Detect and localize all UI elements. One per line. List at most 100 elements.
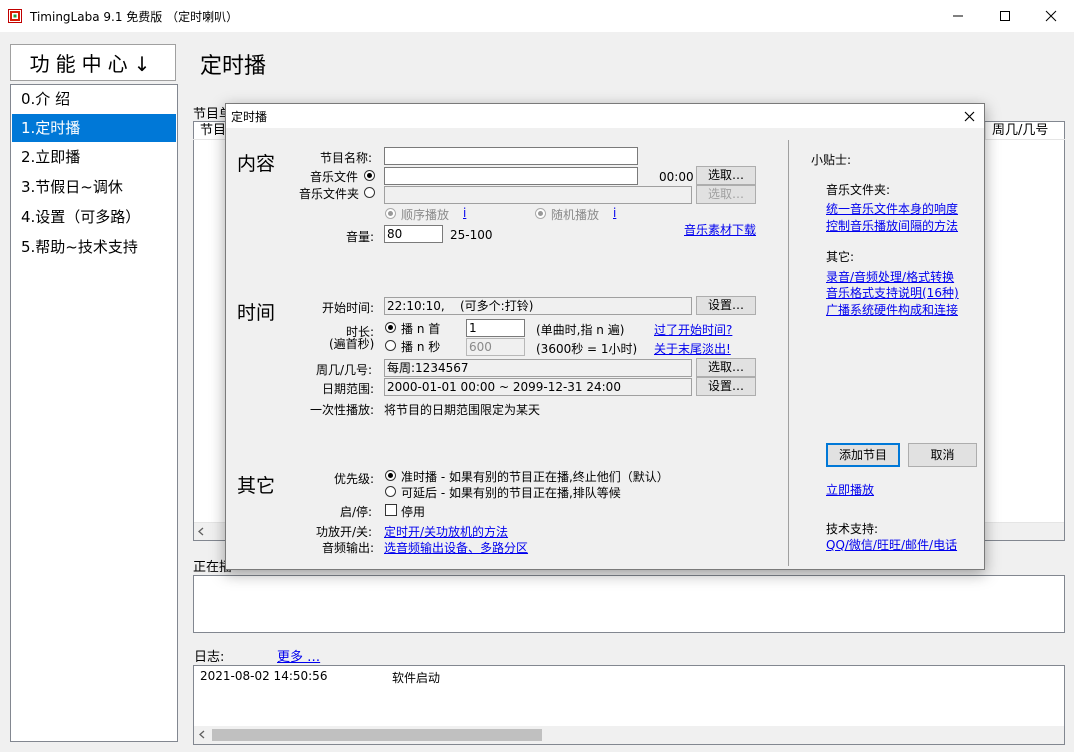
now-playing-box	[193, 575, 1065, 633]
function-center-header[interactable]: 功能中心↓	[10, 44, 176, 81]
one-time-play-label: 一次性播放:	[310, 403, 375, 417]
weekday-label: 周几/几号:	[316, 363, 373, 377]
tip-recording-link[interactable]: 录音/音频处理/格式转换	[826, 268, 954, 285]
weekday-field[interactable]: 每周:1234567	[384, 359, 692, 377]
nav-item-scheduled-play[interactable]: 1.定时播	[12, 114, 176, 142]
date-range-field[interactable]: 2000-01-01 00:00 ~ 2099-12-31 24:00	[384, 378, 692, 396]
play-n-songs-input[interactable]: 1	[466, 319, 525, 337]
maximize-button[interactable]	[982, 0, 1028, 32]
tip-loudness-link[interactable]: 统一音乐文件本身的响度	[826, 200, 958, 217]
priority-on-time-radio[interactable]	[385, 470, 396, 481]
sequential-play-info-link[interactable]: i	[463, 206, 466, 220]
close-icon	[1045, 10, 1057, 22]
music-duration: 00:00	[659, 170, 694, 184]
music-file-input[interactable]	[384, 167, 638, 185]
random-play-radio[interactable]	[535, 208, 546, 219]
disable-checkbox-label: 停用	[401, 505, 426, 519]
scroll-left-icon[interactable]	[198, 730, 206, 739]
play-now-link[interactable]: 立即播放	[826, 481, 874, 498]
power-switch-label: 功放开/关:	[316, 525, 373, 539]
close-window-button[interactable]	[1028, 0, 1074, 32]
scroll-left-icon[interactable]	[197, 527, 205, 536]
add-program-button[interactable]: 添加节目	[826, 443, 900, 467]
nav-item-holidays[interactable]: 3.节假日~调休	[12, 173, 176, 201]
play-n-songs-radio[interactable]	[385, 322, 396, 333]
maximize-icon	[1000, 11, 1010, 21]
priority-label: 优先级:	[334, 472, 375, 486]
tips-other-title: 其它:	[826, 250, 855, 264]
dialog-close-button[interactable]	[955, 104, 983, 128]
audio-output-link[interactable]: 选音频输出设备、多路分区	[384, 539, 528, 556]
page-title: 定时播	[200, 54, 267, 79]
start-time-settings-button[interactable]: 设置…	[696, 296, 756, 315]
duration-sub-label: (遍首秒)	[329, 337, 375, 351]
disable-checkbox[interactable]	[385, 504, 397, 516]
content-section-title: 内容	[237, 153, 276, 175]
date-range-label: 日期范围:	[322, 382, 375, 396]
minimize-button[interactable]	[935, 0, 981, 32]
tips-title: 小贴士:	[811, 153, 852, 167]
nav-item-intro[interactable]: 0.介 绍	[12, 85, 176, 113]
volume-input[interactable]: 80	[384, 225, 443, 243]
play-n-seconds-radio[interactable]	[385, 340, 396, 351]
music-folder-label: 音乐文件夹	[299, 187, 360, 201]
tip-hardware-link[interactable]: 广播系统硬件构成和连接	[826, 301, 958, 318]
other-section-title: 其它	[237, 475, 276, 497]
choose-music-folder-button[interactable]: 选取…	[696, 185, 756, 204]
one-time-play-text: 将节目的日期范围限定为某天	[384, 403, 541, 417]
volume-range: 25-100	[450, 228, 493, 242]
column-header-weekday[interactable]: 周几/几号	[985, 122, 1065, 140]
music-folder-radio[interactable]	[364, 187, 375, 198]
music-download-link[interactable]: 音乐素材下载	[684, 221, 756, 238]
play-n-songs-label: 播 n 首	[401, 322, 441, 336]
priority-deferrable-radio[interactable]	[385, 486, 396, 497]
start-time-label: 开始时间:	[322, 301, 375, 315]
tip-interval-link[interactable]: 控制音乐播放间隔的方法	[826, 217, 958, 234]
log-row-time: 2021-08-02 14:50:56	[200, 669, 328, 683]
random-play-info-link[interactable]: i	[613, 206, 616, 220]
log-label: 日志:	[194, 650, 225, 665]
log-scroll-thumb[interactable]	[212, 729, 542, 741]
missed-start-time-link[interactable]: 过了开始时间?	[654, 321, 732, 338]
play-n-songs-note: (单曲时,指 n 遍)	[536, 323, 625, 337]
date-range-settings-button[interactable]: 设置…	[696, 377, 756, 396]
program-name-input[interactable]	[384, 147, 638, 165]
dialog-title: 定时播	[231, 110, 268, 124]
start-time-field[interactable]: 22:10:10, (可多个:打铃)	[384, 297, 692, 315]
priority-on-time-label: 准时播 - 如果有别的节目正在播,终止他们（默认）	[401, 470, 669, 484]
log-row-message: 软件启动	[392, 671, 441, 685]
app-logo-icon	[8, 9, 22, 23]
sequential-play-radio[interactable]	[385, 208, 396, 219]
audio-output-label: 音频输出:	[322, 541, 375, 555]
music-file-label: 音乐文件	[310, 170, 359, 184]
log-more-link[interactable]: 更多 …	[277, 646, 320, 665]
sequential-play-label: 顺序播放	[401, 208, 450, 222]
play-n-seconds-label: 播 n 秒	[401, 340, 441, 354]
random-play-label: 随机播放	[551, 208, 600, 222]
function-nav-list: 0.介 绍 1.定时播 2.立即播 3.节假日~调休 4.设置（可多路） 5.帮…	[10, 84, 178, 742]
music-file-radio[interactable]	[364, 170, 375, 181]
dialog-separator	[788, 140, 789, 566]
play-n-seconds-note: (3600秒 = 1小时)	[536, 342, 638, 356]
volume-label: 音量:	[346, 230, 375, 244]
dialog-title-bar	[226, 104, 984, 128]
nav-item-settings[interactable]: 4.设置（可多路）	[12, 203, 176, 231]
program-name-label: 节目名称:	[320, 151, 373, 165]
nav-item-play-now[interactable]: 2.立即播	[12, 143, 176, 171]
choose-music-file-button[interactable]: 选取…	[696, 166, 756, 185]
close-icon	[964, 111, 974, 121]
window-title: TimingLaba 9.1 免费版 （定时喇叭）	[30, 10, 239, 24]
minimize-icon	[953, 15, 963, 17]
play-n-seconds-input[interactable]: 600	[466, 338, 525, 356]
time-section-title: 时间	[237, 302, 276, 324]
weekday-choose-button[interactable]: 选取…	[696, 358, 756, 377]
nav-item-help[interactable]: 5.帮助~技术支持	[12, 233, 176, 261]
support-title: 技术支持:	[826, 522, 879, 536]
tip-formats-link[interactable]: 音乐格式支持说明(16种)	[826, 284, 959, 301]
cancel-button[interactable]: 取消	[908, 443, 977, 467]
music-folder-input[interactable]	[384, 186, 692, 204]
power-switch-link[interactable]: 定时开/关功放机的方法	[384, 523, 508, 540]
fade-out-link[interactable]: 关于末尾淡出!	[654, 340, 731, 357]
support-contact-link[interactable]: QQ/微信/旺旺/邮件/电话	[826, 536, 957, 553]
tips-folder-title: 音乐文件夹:	[826, 183, 891, 197]
